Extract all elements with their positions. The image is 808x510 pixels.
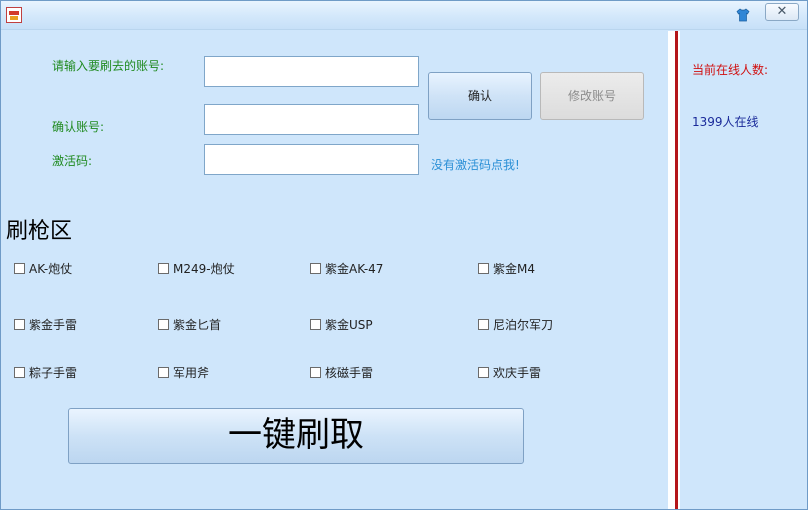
confirm-button[interactable]: 确认: [428, 72, 532, 120]
weapon-label: M249-炮仗: [173, 262, 235, 276]
weapon-label: 紫金匕首: [173, 318, 222, 332]
weapon-checkbox[interactable]: 紫金手雷: [14, 316, 77, 332]
weapon-checkbox[interactable]: 紫金USP: [310, 316, 373, 332]
online-count-label: 当前在线人数:: [692, 63, 769, 77]
one-click-fetch-button[interactable]: 一键刷取: [68, 408, 524, 464]
online-count-value: 1399人在线: [692, 115, 759, 129]
checkbox-box[interactable]: [158, 319, 169, 330]
no-activation-code-link[interactable]: 没有激活码点我!: [431, 156, 520, 173]
weapon-checkbox[interactable]: 粽子手雷: [14, 364, 77, 380]
checkbox-box[interactable]: [478, 319, 489, 330]
weapon-checkbox[interactable]: AK-炮仗: [14, 260, 72, 276]
weapon-checkbox[interactable]: 尼泊尔军刀: [478, 316, 553, 332]
weapon-label: 紫金手雷: [29, 318, 78, 332]
activation-code-label: 激活码:: [52, 154, 93, 168]
checkbox-box[interactable]: [478, 263, 489, 274]
checkbox-box[interactable]: [14, 367, 25, 378]
checkbox-box[interactable]: [158, 263, 169, 274]
close-button[interactable]: ✕: [765, 3, 799, 21]
checkbox-box[interactable]: [310, 319, 321, 330]
weapon-label: 欢庆手雷: [493, 366, 542, 380]
account-label: 请输入要刷去的账号:: [52, 59, 165, 73]
skin-shirt-icon[interactable]: [736, 8, 750, 22]
modify-account-button[interactable]: 修改账号: [540, 72, 644, 120]
weapon-checkbox[interactable]: 核磁手雷: [310, 364, 373, 380]
checkbox-box[interactable]: [14, 319, 25, 330]
account-input[interactable]: [204, 56, 419, 87]
weapon-checkbox[interactable]: 军用斧: [158, 364, 209, 380]
weapon-checkbox[interactable]: 紫金AK-47: [310, 260, 383, 276]
activation-code-input[interactable]: [204, 144, 419, 175]
weapon-label: 核磁手雷: [325, 366, 374, 380]
weapon-label: 紫金M4: [493, 262, 535, 276]
confirm-account-label: 确认账号:: [52, 120, 105, 134]
title-bar: ✕: [1, 1, 807, 30]
app-logo-icon: [6, 7, 22, 23]
checkbox-box[interactable]: [14, 263, 25, 274]
weapon-checkbox[interactable]: M249-炮仗: [158, 260, 235, 276]
checkbox-box[interactable]: [478, 367, 489, 378]
checkbox-box[interactable]: [310, 263, 321, 274]
panel-divider-red-line: [675, 31, 678, 509]
weapon-checkbox[interactable]: 紫金M4: [478, 260, 535, 276]
weapon-checkbox[interactable]: 欢庆手雷: [478, 364, 541, 380]
weapon-label: 紫金AK-47: [325, 262, 384, 276]
app-window: ✕ 请输入要刷去的账号: 确认账号: 激活码: 确认 修改账号 没有激活码点我!…: [0, 0, 808, 510]
weapon-checkbox[interactable]: 紫金匕首: [158, 316, 221, 332]
weapon-label: AK-炮仗: [29, 262, 73, 276]
checkbox-box[interactable]: [158, 367, 169, 378]
panel-divider: [668, 31, 680, 509]
weapon-label: 军用斧: [173, 366, 210, 380]
weapon-label: 尼泊尔军刀: [493, 318, 554, 332]
confirm-account-input[interactable]: [204, 104, 419, 135]
weapon-label: 粽子手雷: [29, 366, 78, 380]
weapon-label: 紫金USP: [325, 318, 373, 332]
checkbox-box[interactable]: [310, 367, 321, 378]
weapon-section-title: 刷枪区: [6, 219, 73, 244]
